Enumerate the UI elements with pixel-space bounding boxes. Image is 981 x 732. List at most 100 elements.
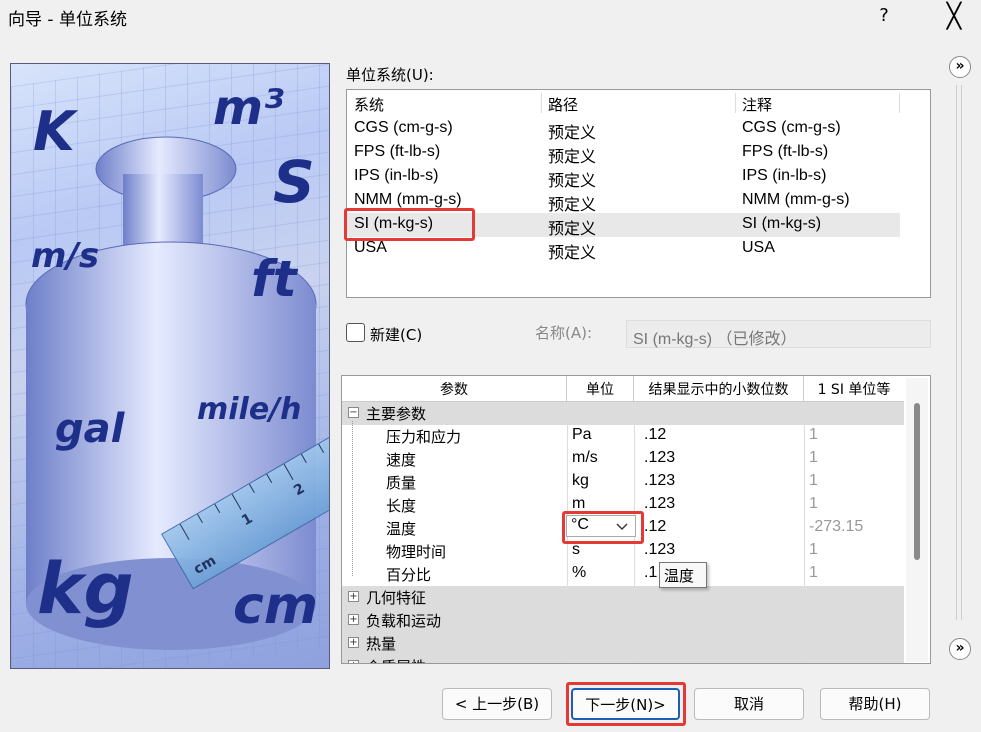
- unit-m3: m³: [213, 80, 285, 136]
- system-name: IPS (in-lb-s): [354, 167, 439, 184]
- unit-ms: m/s: [31, 236, 100, 276]
- group-label: 主要参数: [366, 405, 427, 423]
- system-path: 预定义: [548, 149, 597, 166]
- name-field[interactable]: SI (m-kg-s) （已修改）: [626, 320, 931, 348]
- unit-system-list[interactable]: 系统 路径 注释 CGS (cm-g-s) 预定义 CGS (cm-g-s) F…: [346, 89, 931, 298]
- param-si: 1: [809, 495, 818, 512]
- highlight-next-button: [566, 682, 686, 726]
- system-note: NMM (mm-g-s): [742, 191, 850, 208]
- param-name: 百分比: [386, 566, 432, 584]
- param-name: 长度: [386, 497, 417, 515]
- system-note: SI (m-kg-s): [742, 215, 822, 232]
- system-name: NMM (mm-g-s): [354, 191, 462, 208]
- ruler-number-1: 1: [239, 510, 256, 530]
- param-decimals[interactable]: .1: [644, 564, 657, 582]
- highlight-temperature-unit: [562, 511, 644, 544]
- tree-connector: [352, 421, 353, 576]
- new-checkbox[interactable]: [346, 323, 365, 342]
- col-note[interactable]: 注释: [742, 94, 772, 115]
- param-decimals[interactable]: .123: [644, 541, 675, 559]
- param-decimals[interactable]: .12: [644, 426, 666, 444]
- group-material-props[interactable]: + 介质属性: [342, 655, 904, 663]
- expand-down-icon[interactable]: »: [949, 638, 971, 660]
- param-si: 1: [809, 564, 818, 581]
- system-path: 预定义: [548, 245, 597, 262]
- col-path[interactable]: 路径: [548, 94, 578, 115]
- col-parameter[interactable]: 参数: [342, 376, 567, 402]
- expand-icon[interactable]: +: [348, 614, 359, 625]
- param-si: -273.15: [809, 518, 864, 535]
- group-label: 几何特征: [366, 589, 427, 607]
- system-name: CGS (cm-g-s): [354, 119, 453, 136]
- param-si: 1: [809, 472, 818, 489]
- system-name: FPS (ft-lb-s): [354, 143, 441, 160]
- ruler-unit: cm: [191, 552, 219, 578]
- side-rail: [956, 85, 962, 620]
- system-path: 预定义: [548, 173, 597, 190]
- param-decimals[interactable]: .123: [644, 449, 675, 467]
- param-unit[interactable]: %: [572, 564, 586, 582]
- system-note: USA: [742, 239, 775, 256]
- cancel-button[interactable]: 取消: [694, 688, 804, 720]
- expand-icon[interactable]: +: [348, 660, 359, 663]
- table-row[interactable]: 质量 kg .123 1: [342, 471, 904, 494]
- system-name: USA: [354, 239, 387, 256]
- group-loads-motion[interactable]: + 负载和运动: [342, 609, 904, 632]
- expand-icon[interactable]: +: [348, 637, 359, 648]
- name-field-label: 名称(A):: [535, 324, 593, 342]
- close-icon[interactable]: ╳: [938, 2, 970, 30]
- ruler-number-2: 2: [291, 480, 308, 500]
- param-si: 1: [809, 541, 818, 558]
- unit-kg: kg: [37, 548, 134, 630]
- expand-up-icon[interactable]: »: [949, 56, 971, 78]
- group-geometry[interactable]: + 几何特征: [342, 586, 904, 609]
- system-path: 预定义: [548, 221, 597, 238]
- list-item[interactable]: IPS (in-lb-s) 预定义 IPS (in-lb-s): [347, 165, 900, 190]
- table-row[interactable]: 百分比 % .1 1: [342, 563, 904, 586]
- param-si: 1: [809, 426, 818, 443]
- system-path: 预定义: [548, 125, 597, 142]
- system-note: CGS (cm-g-s): [742, 119, 841, 136]
- unit-ft: ft: [251, 250, 297, 308]
- group-heat[interactable]: + 热量: [342, 632, 904, 655]
- param-decimals[interactable]: .123: [644, 472, 675, 490]
- group-label: 热量: [366, 635, 397, 653]
- new-checkbox-label[interactable]: 新建(C): [370, 324, 422, 345]
- param-decimals[interactable]: .12: [644, 518, 666, 536]
- col-si-equivalent[interactable]: 1 SI 单位等: [804, 376, 904, 402]
- unit-list-header: 系统 路径 注释: [347, 90, 930, 116]
- col-decimals[interactable]: 结果显示中的小数位数: [634, 376, 804, 402]
- help-icon[interactable]: ?: [872, 2, 896, 30]
- expand-icon[interactable]: +: [348, 591, 359, 602]
- highlight-selected-system: [344, 208, 475, 241]
- param-unit[interactable]: kg: [572, 472, 589, 490]
- group-label: 负载和运动: [366, 612, 442, 630]
- col-unit[interactable]: 单位: [567, 376, 634, 402]
- illustration-panel: K m³ S m/s ft gal mile/h kg cm 1 2 3 cm: [10, 63, 330, 669]
- back-button[interactable]: < 上一步(B): [442, 688, 552, 720]
- system-path: 预定义: [548, 197, 597, 214]
- table-row[interactable]: 速度 m/s .123 1: [342, 448, 904, 471]
- collapse-icon[interactable]: −: [348, 407, 359, 418]
- system-note: IPS (in-lb-s): [742, 167, 827, 184]
- param-name: 质量: [386, 474, 417, 492]
- col-system[interactable]: 系统: [354, 94, 384, 115]
- param-unit[interactable]: m/s: [572, 449, 598, 467]
- help-button[interactable]: 帮助(H): [820, 688, 930, 720]
- group-main-params[interactable]: − 主要参数: [342, 402, 904, 425]
- param-decimals[interactable]: .123: [644, 495, 675, 513]
- unit-gal: gal: [55, 406, 125, 452]
- tooltip: 温度: [659, 562, 707, 588]
- unit-system-label: 单位系统(U):: [346, 66, 434, 84]
- group-label: 介质属性: [366, 656, 426, 663]
- unit-mileh: mile/h: [197, 392, 302, 427]
- param-unit[interactable]: Pa: [572, 426, 592, 444]
- list-item[interactable]: CGS (cm-g-s) 预定义 CGS (cm-g-s): [347, 117, 900, 142]
- param-name: 压力和应力: [386, 428, 462, 446]
- params-scroll-thumb[interactable]: [914, 403, 920, 560]
- table-row[interactable]: 压力和应力 Pa .12 1: [342, 425, 904, 448]
- title-bar: 向导 - 单位系统 ? ╳: [0, 0, 981, 34]
- unit-k: K: [33, 100, 75, 163]
- list-item[interactable]: FPS (ft-lb-s) 预定义 FPS (ft-lb-s): [347, 141, 900, 166]
- param-si: 1: [809, 449, 818, 466]
